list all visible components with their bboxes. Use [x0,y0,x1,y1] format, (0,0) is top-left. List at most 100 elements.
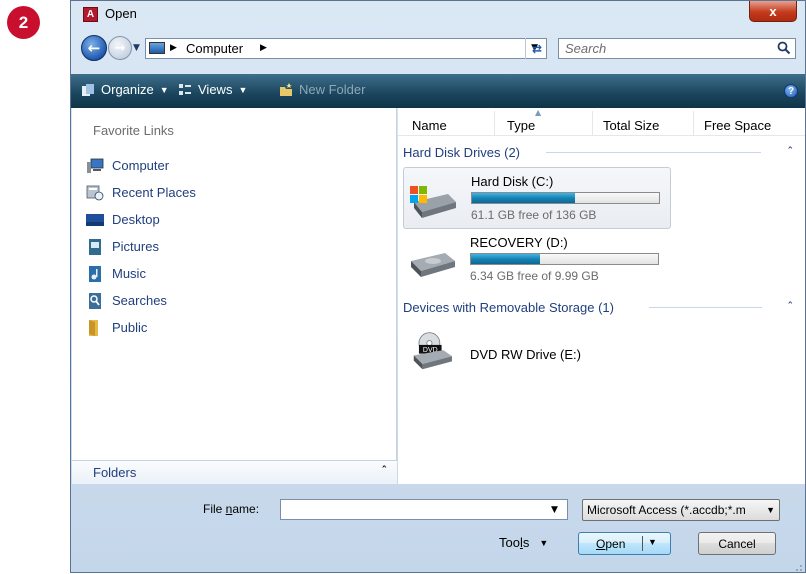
file-list-pane: Name Type ▲ Total Size Free Space Hard D… [398,108,805,484]
group-header-hard-disk-drives[interactable]: Hard Disk Drives (2) [403,143,520,161]
new-folder-button[interactable]: New Folder [279,82,365,97]
chevron-down-icon: ▼ [766,505,775,515]
column-divider[interactable] [592,111,593,135]
favorite-links-heading: Favorite Links [93,123,174,138]
file-type-select[interactable]: Microsoft Access (*.accdb;*.m ▼ [582,499,780,521]
favorite-link-desktop[interactable]: Desktop [86,206,196,233]
file-name-label: File name: [203,502,260,516]
column-divider[interactable] [494,111,495,135]
back-button[interactable]: ← [81,35,107,61]
desktop-icon [86,213,104,226]
favorite-link-label: Desktop [112,212,160,227]
access-app-icon: A [83,7,98,22]
favorite-link-label: Music [112,266,146,281]
help-icon[interactable]: ? [784,84,798,98]
favorite-links-list: Computer Recent Places Desktop Pictures … [86,152,196,341]
favorite-link-label: Pictures [112,239,159,254]
chevron-up-icon: ˆ [381,464,388,477]
favorite-link-recent-places[interactable]: Recent Places [86,179,196,206]
cancel-button[interactable]: Cancel [698,532,776,555]
public-folder-icon [89,319,98,336]
close-button[interactable]: x [749,1,797,22]
favorite-link-computer[interactable]: Computer [86,152,196,179]
computer-icon [149,42,165,54]
column-header-total-size[interactable]: Total Size [603,118,659,133]
close-icon: x [769,3,777,19]
favorite-link-label: Searches [112,293,167,308]
open-options-dropdown-icon[interactable]: ▼ [648,537,657,547]
favorite-link-public[interactable]: Public [86,314,196,341]
views-icon [179,83,191,95]
chevron-down-icon: ▼ [159,84,169,95]
favorite-link-label: Computer [112,158,170,173]
drive-usage-fill [472,193,575,203]
drive-free-space: 6.34 GB free of 9.99 GB [470,269,599,283]
folders-toggle[interactable]: Folders ˆ [72,460,397,484]
open-button[interactable]: Open ▼ [578,532,671,555]
drive-name: RECOVERY (D:) [470,235,568,250]
breadcrumb-computer[interactable]: Computer [186,41,243,56]
title-bar: A Open x [71,1,805,29]
history-dropdown-icon[interactable]: ▼ [133,43,140,53]
recent-places-icon [86,185,104,200]
drive-item-c[interactable]: Hard Disk (C:) 61.1 GB free of 136 GB [403,167,671,229]
drive-free-space: 61.1 GB free of 136 GB [471,208,597,222]
cancel-label: Cancel [718,536,756,551]
command-toolbar: Organize ▼ Views ▼ New Folder ? [71,74,805,108]
chevron-up-icon[interactable]: ˆ [788,300,794,313]
chevron-down-icon: ▼ [539,537,549,548]
column-divider[interactable] [693,111,694,135]
hard-disk-windows-icon [410,186,456,218]
group-divider [546,152,761,153]
back-arrow-icon: ← [87,39,101,57]
favorite-link-music[interactable]: Music [86,260,196,287]
drive-usage-bar [471,192,660,204]
resize-grip-icon[interactable] [793,562,803,572]
folders-label: Folders [93,465,137,480]
forward-button[interactable]: → [108,36,132,60]
open-dialog: A Open x ← → ▼ ▶ Computer ▶ ▼ ⇄ Search O… [70,0,806,573]
favorite-link-label: Recent Places [112,185,196,200]
dialog-title: Open [105,6,137,21]
file-name-input[interactable] [280,499,568,520]
views-button[interactable]: Views ▼ [178,82,247,97]
group-label: Devices with Removable Storage (1) [403,299,614,315]
pictures-icon [89,238,101,255]
file-type-value: Microsoft Access (*.accdb;*.m [587,503,746,517]
favorite-link-searches[interactable]: Searches [86,287,196,314]
refresh-icon: ⇄ [531,41,543,56]
address-bar[interactable]: ▶ Computer ▶ ▼ [145,38,547,59]
split-divider [642,536,643,551]
drive-usage-fill [471,254,541,264]
tools-button[interactable]: Tools ▼ [499,535,548,550]
drive-item-e[interactable]: DVD DVD RW Drive (E:) [403,323,671,385]
dvd-drive-icon: DVD [413,332,452,370]
new-folder-icon [280,82,292,96]
search-input[interactable]: Search [558,38,796,59]
group-header-removable-storage[interactable]: Devices with Removable Storage (1) [403,298,614,316]
column-header-name[interactable]: Name [412,118,447,133]
refresh-button[interactable]: ⇄ [525,38,548,59]
chevron-up-icon[interactable]: ˆ [788,145,794,158]
column-header-type[interactable]: Type [507,118,535,133]
chevron-right-icon[interactable]: ▶ [170,43,177,53]
sort-ascending-icon: ▲ [535,108,542,117]
chevron-right-icon[interactable]: ▶ [260,43,267,53]
organize-label: Organize [101,82,154,97]
column-header-row: Name Type ▲ Total Size Free Space [398,108,805,136]
chevron-down-icon: ▼ [238,84,248,95]
organize-icon [82,83,94,96]
favorite-link-pictures[interactable]: Pictures [86,233,196,260]
file-name-area: File name: ▼ Microsoft Access (*.accdb;*… [71,486,805,574]
file-name-dropdown-icon[interactable]: ▼ [551,505,558,515]
open-label: Open [596,537,626,551]
navigation-pane: Favorite Links Computer Recent Places De… [72,108,397,482]
drive-item-d[interactable]: RECOVERY (D:) 6.34 GB free of 9.99 GB [403,229,671,291]
drive-name: Hard Disk (C:) [471,174,554,189]
tools-label: Tools [499,535,530,550]
search-icon[interactable] [777,41,791,55]
group-divider [649,307,762,308]
drive-usage-bar [470,253,659,265]
column-header-free-space[interactable]: Free Space [704,118,771,133]
organize-button[interactable]: Organize ▼ [81,82,169,97]
